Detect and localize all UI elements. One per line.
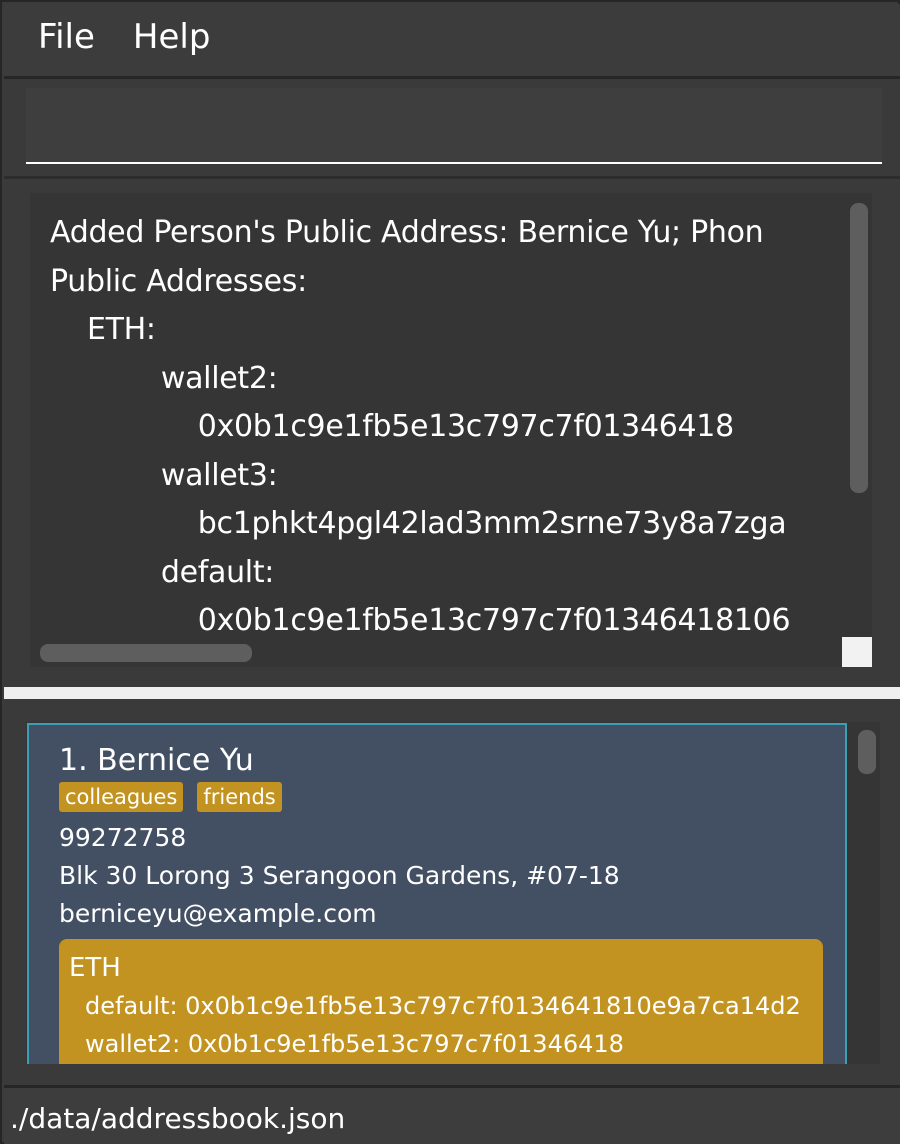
wallet-line: wallet2: 0x0b1c9e1fb5e13c797c7f01346418 bbox=[85, 1030, 624, 1058]
app-window: File Help Added Person's Public Address:… bbox=[0, 0, 900, 1144]
result-horizontal-scrollbar[interactable] bbox=[40, 644, 252, 662]
person-list-area: 1. Bernice Yu colleagues friends 9927275… bbox=[4, 700, 900, 1085]
scroll-corner bbox=[842, 637, 872, 667]
person-email: berniceyu@example.com bbox=[59, 899, 377, 928]
wallet-line: default: 0x0b1c9e1fb5e13c797c7f013464181… bbox=[85, 992, 801, 1020]
menu-file[interactable]: File bbox=[4, 17, 115, 57]
menu-help[interactable]: Help bbox=[115, 17, 231, 57]
save-location: ./data/addressbook.json bbox=[10, 1102, 346, 1135]
person-address: Blk 30 Lorong 3 Serangoon Gardens, #07-1… bbox=[59, 861, 620, 890]
list-vertical-scrollbar[interactable] bbox=[858, 730, 876, 774]
wallet-currency: ETH bbox=[69, 953, 121, 983]
result-display[interactable]: Added Person's Public Address: Bernice Y… bbox=[30, 193, 872, 667]
person-list[interactable]: 1. Bernice Yu colleagues friends 9927275… bbox=[26, 722, 880, 1064]
person-name: 1. Bernice Yu bbox=[59, 743, 254, 778]
person-card[interactable]: 1. Bernice Yu colleagues friends 9927275… bbox=[27, 723, 847, 1064]
result-display-area: Added Person's Public Address: Bernice Y… bbox=[4, 179, 900, 687]
wallet-box: ETH default: 0x0b1c9e1fb5e13c797c7f01346… bbox=[59, 939, 823, 1064]
result-text: Added Person's Public Address: Bernice Y… bbox=[50, 215, 791, 638]
tag: colleagues bbox=[59, 782, 184, 812]
person-phone: 99272758 bbox=[59, 823, 187, 852]
command-input[interactable] bbox=[26, 88, 882, 164]
menu-bar: File Help bbox=[4, 4, 900, 76]
tag-list: colleagues friends bbox=[59, 782, 282, 812]
tag: friends bbox=[197, 782, 282, 812]
status-bar: ./data/addressbook.json bbox=[4, 1088, 900, 1144]
result-vertical-scrollbar[interactable] bbox=[850, 203, 868, 493]
command-box-area bbox=[4, 79, 900, 176]
split-pane-divider[interactable] bbox=[4, 687, 900, 700]
